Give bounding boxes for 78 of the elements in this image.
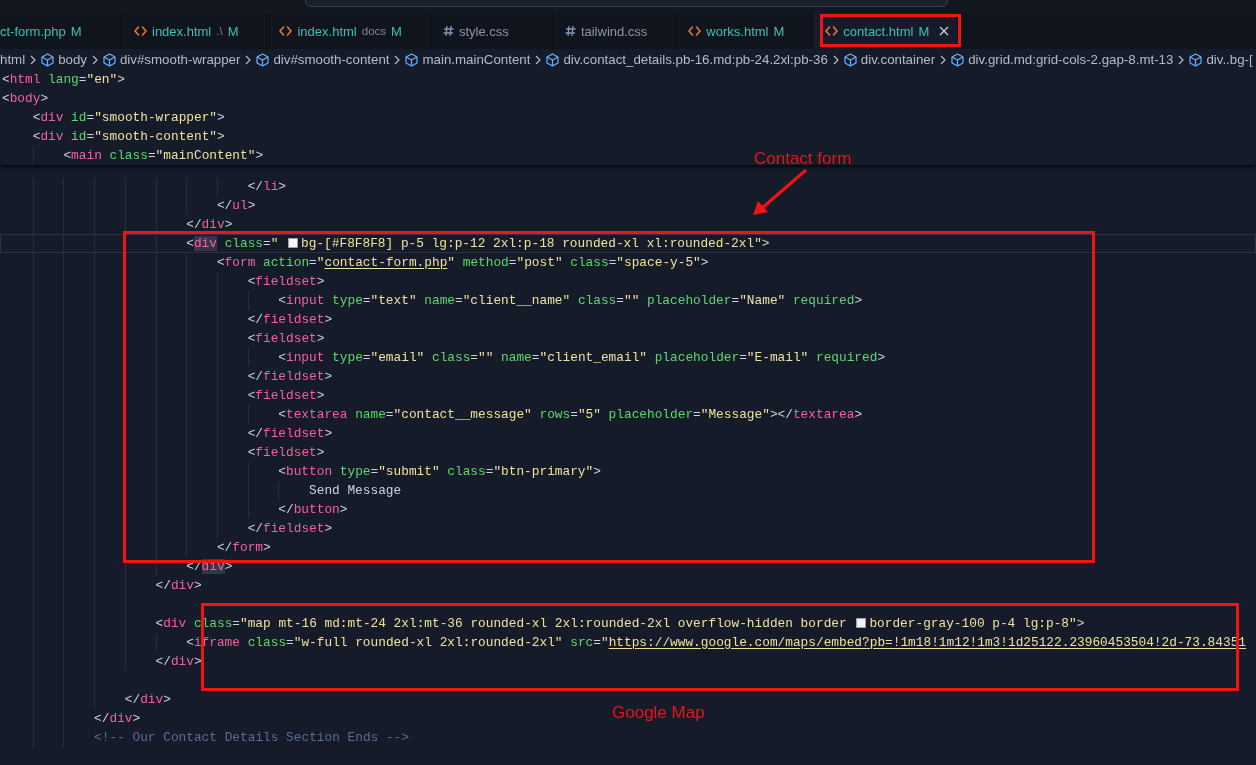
- chevron-right-icon: [1178, 54, 1185, 65]
- code-line: <!-- Our Contact Details Section Ends -->: [94, 728, 409, 747]
- cube-icon: [843, 52, 857, 67]
- code-line: </form>: [216, 538, 271, 557]
- git-status: M: [773, 23, 785, 39]
- chevron-right-icon: [245, 54, 252, 65]
- code-line: </div>: [124, 690, 171, 709]
- color-swatch-icon[interactable]: [288, 238, 299, 248]
- breadcrumb-item[interactable]: body: [41, 52, 87, 67]
- code-line: </li>: [247, 177, 287, 196]
- code-text: <div class=": [186, 234, 280, 253]
- breadcrumb-item[interactable]: div.grid.md:grid-cols-2.gap-8.mt-13: [951, 52, 1174, 67]
- breadcrumb-item[interactable]: div.contact_details.pb-16.md:pb-24.2xl:pb-36: [546, 52, 828, 67]
- code-line: </div>: [155, 652, 202, 671]
- code-line: </button>: [278, 500, 348, 519]
- cube-icon: [256, 52, 270, 67]
- annotation-label: Google Map: [612, 703, 705, 723]
- code-text: border-gray-100 p-4 lg:p-8">: [869, 614, 1085, 633]
- annotation-arrow: [752, 168, 808, 216]
- code-line: <fieldset>: [247, 443, 325, 462]
- git-status: M: [227, 23, 239, 39]
- code-brackets-icon: [279, 26, 293, 36]
- git-status: M: [70, 23, 82, 39]
- code-line: <form action="contact-form.php" method="post" class="space-y-5">: [216, 253, 709, 272]
- cube-icon: [951, 52, 965, 67]
- code-text: bg-[#F8F8F8] p-5 lg:p-12 2xl:p-18 rounded-xl xl:rounded-2xl">: [301, 234, 770, 253]
- cube-icon: [405, 52, 419, 67]
- breadcrumb-item[interactable]: div#smooth-content: [256, 52, 390, 67]
- code-link[interactable]: contact-form.php: [324, 254, 448, 270]
- code-brackets-icon: [825, 26, 839, 36]
- code-brackets-icon: [134, 26, 147, 36]
- breadcrumb-item[interactable]: html: [0, 52, 26, 67]
- git-status: M: [918, 23, 930, 39]
- code-line: <body>: [2, 90, 49, 108]
- cube-icon: [41, 52, 55, 67]
- tab-description: docs: [361, 25, 387, 37]
- annotation-label: Contact form: [754, 149, 852, 169]
- code-line: <button type="submit" class="btn-primary">: [278, 462, 601, 481]
- breadcrumb-item[interactable]: div..bg-[: [1189, 52, 1253, 67]
- breadcrumb-item[interactable]: main.mainContent: [405, 52, 531, 67]
- code-line: </fieldset>: [247, 310, 333, 329]
- code-line: </div>: [94, 709, 141, 728]
- breadcrumb-item[interactable]: div.container: [843, 52, 936, 67]
- code-line: </fieldset>: [247, 367, 333, 386]
- code-line: </div>: [186, 215, 233, 234]
- code-line: <main class="mainContent">: [63, 147, 264, 165]
- code-line: <input type="text" name="client__name" class="" placeholder="Name" required>: [278, 291, 863, 310]
- chevron-right-icon: [832, 54, 839, 65]
- code-line: </div>: [155, 576, 202, 595]
- breadcrumb-item[interactable]: div#smooth-wrapper: [102, 52, 241, 67]
- cube-icon: [546, 52, 560, 67]
- code-line: <fieldset>: [247, 272, 325, 291]
- hash-icon: [442, 25, 454, 37]
- code-line: </fieldset>: [247, 424, 333, 443]
- code-brackets-icon: [688, 26, 702, 36]
- chevron-right-icon: [535, 54, 542, 65]
- chevron-right-icon: [91, 54, 98, 65]
- hash-icon: [564, 25, 576, 37]
- editor-tab[interactable]: ct-form.php M: [0, 13, 122, 49]
- chevron-right-icon: [30, 54, 37, 65]
- color-swatch-icon[interactable]: [856, 618, 867, 628]
- code-line: <input type="email" class="" name="client_email" placeholder="E-mail" required>: [278, 348, 886, 367]
- cube-icon: [102, 52, 116, 67]
- code-line: <fieldset>: [247, 329, 325, 348]
- cube-icon: [1189, 52, 1203, 67]
- code-line: <div id="smooth-wrapper">: [32, 109, 225, 127]
- git-status: M: [391, 23, 402, 39]
- chevron-right-icon: [940, 54, 947, 65]
- code-line: Send Message: [309, 481, 402, 500]
- code-line: </ul>: [216, 196, 256, 215]
- code-line: <fieldset>: [247, 386, 325, 405]
- chevron-right-icon: [394, 54, 401, 65]
- close-icon[interactable]: [939, 26, 950, 36]
- code-line: <div id="smooth-content">: [32, 128, 225, 146]
- code-line: <textarea name="contact__message" rows="5" placeholder="Message"></textarea>: [278, 405, 863, 424]
- code-line: </fieldset>: [247, 519, 333, 538]
- code-line: <html lang="en">: [2, 71, 125, 89]
- tab-description: .\: [216, 25, 223, 37]
